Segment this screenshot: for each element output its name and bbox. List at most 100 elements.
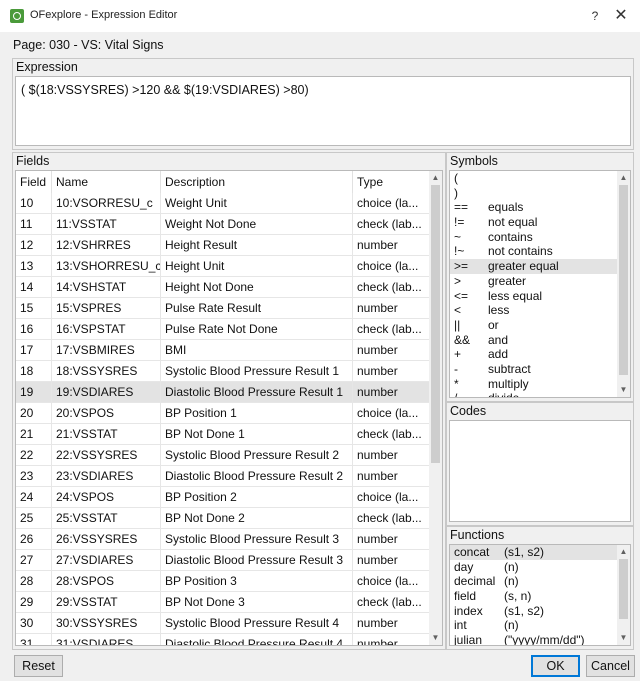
table-row[interactable]: 17 17:VSBMIRES BMI number (16, 340, 432, 361)
table-row[interactable]: 10 10:VSORRESU_c Weight Unit choice (la... (16, 193, 432, 214)
list-item[interactable]: concat (s1, s2) (450, 545, 630, 560)
list-item[interactable]: !~ not contains (450, 244, 630, 259)
type-cell: choice (la... (353, 193, 432, 214)
symbol-description: less equal (488, 288, 543, 303)
table-row[interactable]: 15 15:VSPRES Pulse Rate Result number (16, 298, 432, 319)
list-item[interactable]: / divide (450, 391, 630, 397)
scroll-down-icon[interactable]: ▼ (617, 631, 630, 645)
list-item[interactable]: julian ("yyyy/mm/dd") (450, 633, 630, 645)
list-item[interactable]: <= less equal (450, 289, 630, 304)
table-row[interactable]: 22 22:VSSYSRES Systolic Blood Pressure Res… (16, 445, 432, 466)
table-row[interactable]: 14 14:VSHSTAT Height Not Done check (lab... (16, 277, 432, 298)
field-cell: 30 (16, 613, 52, 634)
list-item[interactable]: >= greater equal (450, 259, 630, 274)
list-item[interactable]: ~ contains (450, 230, 630, 245)
name-cell: 30:VSSYSRES (52, 613, 161, 634)
scroll-down-icon[interactable]: ▼ (429, 631, 442, 645)
list-item[interactable]: decimal (n) (450, 574, 630, 589)
symbol-description: not contains (488, 244, 553, 259)
description-cell: Height Unit (161, 256, 353, 277)
close-button[interactable]: ✕ (610, 6, 632, 26)
symbols-scrollbar[interactable]: ▲ ▼ (617, 171, 630, 397)
column-header-type[interactable]: Type (353, 171, 432, 193)
description-cell: Systolic Blood Pressure Result 3 (161, 529, 353, 550)
fields-scroll-thumb[interactable] (431, 185, 440, 463)
table-row[interactable]: 29 29:VSSTAT BP Not Done 3 check (lab... (16, 592, 432, 613)
list-item[interactable]: - subtract (450, 362, 630, 377)
symbols-list-body: () == equals != not equal ~ contains !~ not cont… (450, 171, 630, 397)
name-cell: 19:VSDIARES (52, 382, 161, 403)
list-item[interactable]: < less (450, 303, 630, 318)
type-cell: number (353, 613, 432, 634)
symbol-description: equals (488, 200, 524, 215)
list-item[interactable]: field (s, n) (450, 589, 630, 604)
list-item[interactable]: int (n) (450, 618, 630, 633)
name-cell: 15:VSPRES (52, 298, 161, 319)
codes-list[interactable] (449, 420, 631, 522)
function-args: (s1, s2) (504, 545, 545, 559)
list-item[interactable]: ) (450, 186, 630, 201)
table-row[interactable]: 16 16:VSPSTAT Pulse Rate Not Done check (la… (16, 319, 432, 340)
name-cell: 16:VSPSTAT (52, 319, 161, 340)
table-row[interactable]: 23 23:VSDIARES Diastolic Blood Pressure Re… (16, 466, 432, 487)
table-row[interactable]: 28 28:VSPOS BP Position 3 choice (la... (16, 571, 432, 592)
table-row[interactable]: 27 27:VSDIARES Diastolic Blood Pressure Re… (16, 550, 432, 571)
name-cell: 17:VSBMIRES (52, 340, 161, 361)
name-cell: 27:VSDIARES (52, 550, 161, 571)
column-header-name[interactable]: Name (52, 171, 161, 193)
fields-scrollbar[interactable]: ▲ ▼ (429, 171, 442, 645)
column-header-field[interactable]: Field (16, 171, 52, 193)
functions-group: Functions concat (s1, s2) day (n) decimal (n)… (446, 526, 634, 650)
expression-input[interactable]: ( $(18:VSSYSRES) >120 && $(19:VSDIARES) … (15, 76, 631, 146)
name-cell: 18:VSSYSRES (52, 361, 161, 382)
list-item[interactable]: day (n) (450, 560, 630, 575)
symbol-glyph: == (454, 200, 469, 215)
name-cell: 31:VSDIARES (52, 634, 161, 645)
scroll-up-icon[interactable]: ▲ (429, 171, 442, 185)
list-item[interactable]: || or (450, 318, 630, 333)
list-item[interactable]: * multiply (450, 377, 630, 392)
scroll-up-icon[interactable]: ▲ (617, 545, 630, 559)
list-item[interactable]: == equals (450, 200, 630, 215)
list-item[interactable]: > greater (450, 274, 630, 289)
symbol-glyph: * (454, 376, 459, 391)
list-item[interactable]: + add (450, 347, 630, 362)
table-row[interactable]: 31 31:VSDIARES Diastolic Blood Pressure Re… (16, 634, 432, 645)
list-item[interactable]: ( (450, 171, 630, 186)
list-item[interactable]: && and (450, 333, 630, 348)
type-cell: choice (la... (353, 403, 432, 424)
reset-button[interactable]: Reset (14, 655, 63, 677)
scroll-up-icon[interactable]: ▲ (617, 171, 630, 185)
table-row[interactable]: 11 11:VSSTAT Weight Not Done check (lab... (16, 214, 432, 235)
table-row[interactable]: 18 18:VSSYSRES Systolic Blood Pressure Res… (16, 361, 432, 382)
symbols-scroll-thumb[interactable] (619, 185, 628, 375)
functions-scroll-thumb[interactable] (619, 559, 628, 619)
description-cell: Height Not Done (161, 277, 353, 298)
function-name: int (454, 618, 467, 633)
symbols-group: Symbols () == equals != not equal ~ contains !~… (446, 152, 634, 402)
table-row[interactable]: 20 20:VSPOS BP Position 1 choice (la... (16, 403, 432, 424)
list-item[interactable]: index (s1, s2) (450, 604, 630, 619)
function-args: (n) (504, 559, 519, 574)
table-row[interactable]: 26 26:VSSYSRES Systolic Blood Pressure Res… (16, 529, 432, 550)
table-row[interactable]: 12 12:VSHRRES Height Result number (16, 235, 432, 256)
name-cell: 25:VSSTAT (52, 508, 161, 529)
symbol-glyph: ( (454, 171, 458, 185)
list-item[interactable]: != not equal (450, 215, 630, 230)
table-row[interactable]: 25 25:VSSTAT BP Not Done 2 check (lab... (16, 508, 432, 529)
help-button[interactable]: ? (584, 6, 606, 26)
table-row[interactable]: 30 30:VSSYSRES Systolic Blood Pressure Res… (16, 613, 432, 634)
functions-scrollbar[interactable]: ▲ ▼ (617, 545, 630, 645)
table-row[interactable]: 19 19:VSDIARES Diastolic Blood Pressure Re… (16, 382, 432, 403)
cancel-button[interactable]: Cancel (586, 655, 635, 677)
table-row[interactable]: 21 21:VSSTAT BP Not Done 1 check (lab... (16, 424, 432, 445)
ok-button[interactable]: OK (531, 655, 580, 677)
table-row[interactable]: 13 13:VSHORRESU_c Height Unit choice (la... (16, 256, 432, 277)
field-cell: 27 (16, 550, 52, 571)
column-header-description[interactable]: Description (161, 171, 353, 193)
table-row[interactable]: 24 24:VSPOS BP Position 2 choice (la... (16, 487, 432, 508)
functions-list-body: concat (s1, s2) day (n) decimal (n) field (s, n… (450, 545, 630, 645)
type-cell: number (353, 634, 432, 645)
symbol-glyph: !~ (454, 244, 465, 259)
scroll-down-icon[interactable]: ▼ (617, 383, 630, 397)
